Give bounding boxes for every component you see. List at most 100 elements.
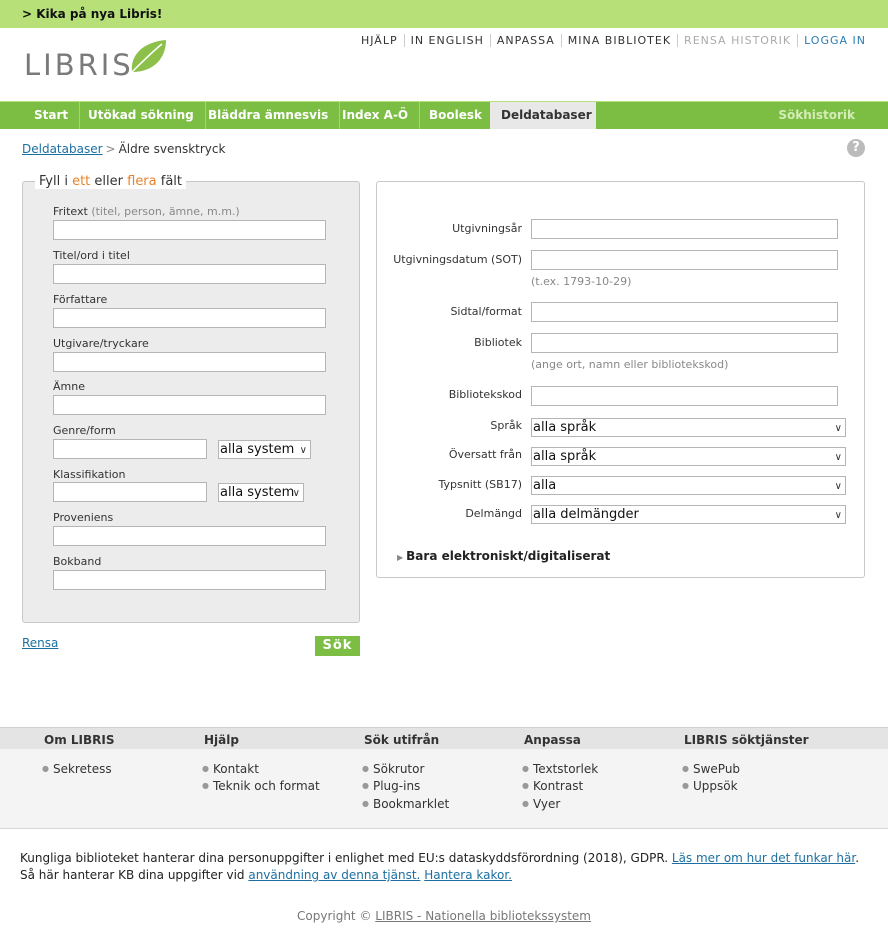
fritext-hint: (titel, person, ämne, m.m.) — [91, 205, 240, 218]
publisher-input[interactable] — [53, 352, 326, 372]
footer-link-plugins[interactable]: ● Plug-ins — [362, 779, 420, 793]
tab-index[interactable]: Index A-Ö — [331, 102, 421, 129]
customize-link[interactable]: ANPASSA — [489, 34, 561, 47]
genre-label: Genre/form — [53, 424, 116, 437]
fieldset-legend: Fyll i ett eller flera fält — [35, 174, 187, 189]
copyright-text: Copyright © — [297, 909, 372, 923]
translated-from-select-value: alla språk — [533, 449, 597, 464]
breadcrumb-current: Äldre svensktryck — [118, 142, 226, 156]
footer-link-swepub[interactable]: ● SwePub — [682, 762, 740, 776]
subset-label: Delmängd — [465, 507, 522, 520]
fritext-input[interactable] — [53, 220, 326, 240]
title-label: Titel/ord i titel — [53, 249, 130, 262]
typeface-label: Typsnitt (SB17) — [438, 478, 523, 491]
my-libraries-link[interactable]: MINA BIBLIOTEK — [560, 34, 677, 47]
author-input[interactable] — [53, 308, 326, 328]
breadcrumb-link[interactable]: Deldatabaser — [22, 142, 103, 156]
tab-subdatabases[interactable]: Deldatabaser — [490, 102, 596, 129]
bullet-icon: ● — [362, 764, 369, 773]
libris-logo[interactable]: LIBRIS — [24, 38, 174, 82]
legend-part: eller — [90, 174, 128, 189]
bullet-icon: ● — [362, 799, 369, 808]
english-link[interactable]: IN ENGLISH — [403, 34, 490, 47]
electronic-only-label: Bara elektroniskt/digitaliserat — [406, 549, 611, 563]
title-input[interactable] — [53, 264, 326, 284]
author-label: Författare — [53, 293, 108, 306]
service-usage-link[interactable]: användning av denna tjänst. — [248, 868, 420, 882]
library-code-label: Bibliotekskod — [448, 388, 522, 401]
top-banner[interactable]: > Kika på nya Libris! — [0, 0, 888, 28]
privacy-notice: Kungliga biblioteket hanterar dina perso… — [20, 851, 860, 882]
classification-input[interactable] — [53, 482, 207, 502]
privacy-text: Så här hanterar KB dina uppgifter vid — [20, 868, 245, 882]
bullet-icon: ● — [522, 781, 529, 790]
footer-link-bookmarklet[interactable]: ● Bookmarklet — [362, 797, 449, 811]
library-code-input[interactable] — [531, 386, 838, 406]
binding-input[interactable] — [53, 570, 326, 590]
search-history-link[interactable]: Sökhistorik — [778, 102, 855, 129]
library-hint: (ange ort, namn eller bibliotekskod) — [531, 358, 729, 371]
electronic-only-toggle[interactable]: ▶ Bara elektroniskt/digitaliserat — [397, 549, 610, 563]
bullet-icon: ● — [202, 764, 209, 773]
footer-link-contrast[interactable]: ● Kontrast — [522, 779, 583, 793]
footer-link-label: Kontrast — [532, 779, 584, 793]
footer-link-contact[interactable]: ● Kontakt — [202, 762, 259, 776]
legend-emphasis: ett — [72, 174, 91, 189]
footer-link-textsize[interactable]: ● Textstorlek — [522, 762, 598, 776]
footer-link-privacy[interactable]: ● Sekretess — [42, 762, 112, 776]
footer-link-label: Sökrutor — [372, 762, 425, 776]
date-label: Utgivningsdatum (SOT) — [393, 253, 522, 266]
footer-title-services: LIBRIS söktjänster — [684, 733, 809, 747]
chevron-down-icon: ∨ — [834, 423, 842, 434]
footer-link-label: Plug-ins — [372, 779, 421, 793]
tab-boolean[interactable]: Boolesk — [418, 102, 495, 129]
footer-link-tech[interactable]: ● Teknik och format — [202, 779, 320, 793]
footer-link-uppsok[interactable]: ● Uppsök — [682, 779, 738, 793]
clear-history-link[interactable]: RENSA HISTORIK — [677, 34, 797, 47]
genre-system-select[interactable]: alla system ∨ — [218, 440, 311, 459]
translated-from-select[interactable]: alla språk ∨ — [531, 447, 846, 466]
language-label: Språk — [490, 419, 522, 432]
manage-cookies-link[interactable]: Hantera kakor. — [424, 868, 512, 882]
language-select[interactable]: alla språk ∨ — [531, 418, 846, 437]
tab-extended-search[interactable]: Utökad sökning — [77, 102, 206, 129]
tab-browse-subjects[interactable]: Bläddra ämnesvis — [197, 102, 341, 129]
footer-link-label: SwePub — [692, 762, 741, 776]
footer-link-searchboxes[interactable]: ● Sökrutor — [362, 762, 424, 776]
privacy-read-more-link[interactable]: Läs mer om hur det funkar här — [672, 851, 855, 865]
pages-format-input[interactable] — [531, 302, 838, 322]
genre-select-value: alla system — [220, 442, 295, 457]
typeface-select[interactable]: alla ∨ — [531, 476, 846, 495]
classification-label: Klassifikation — [53, 468, 126, 481]
libris-home-link[interactable]: LIBRIS - Nationella bibliotekssystem — [375, 909, 591, 923]
provenance-input[interactable] — [53, 526, 326, 546]
search-button[interactable]: Sök — [315, 636, 360, 656]
subset-select[interactable]: alla delmängder ∨ — [531, 505, 846, 524]
date-input[interactable] — [531, 250, 838, 270]
clear-link[interactable]: Rensa — [22, 636, 58, 650]
subject-label: Ämne — [53, 380, 85, 393]
footer-link-label: Uppsök — [692, 779, 738, 793]
classification-system-select[interactable]: alla system ∨ — [218, 483, 304, 502]
advanced-fields-box: Utgivningsår Utgivningsdatum (SOT) (t.ex… — [376, 181, 865, 578]
breadcrumb: Deldatabaser > Äldre svensktryck — [22, 142, 225, 156]
help-icon[interactable]: ? — [847, 139, 865, 157]
search-fields-box: Fyll i ett eller flera fält Fritext (tit… — [22, 174, 360, 623]
disclosure-triangle-icon: ▶ — [397, 553, 404, 562]
provenance-label: Proveniens — [53, 511, 114, 524]
login-link[interactable]: LOGGA IN — [797, 34, 866, 47]
footer-link-views[interactable]: ● Vyer — [522, 797, 560, 811]
subject-input[interactable] — [53, 395, 326, 415]
banner-link[interactable]: > Kika på nya Libris! — [22, 7, 162, 21]
year-input[interactable] — [531, 219, 838, 239]
bullet-icon: ● — [522, 764, 529, 773]
genre-input[interactable] — [53, 439, 207, 459]
subset-select-value: alla delmängder — [533, 507, 639, 522]
library-input[interactable] — [531, 333, 838, 353]
typeface-select-value: alla — [533, 478, 557, 493]
chevron-down-icon: ∨ — [299, 445, 307, 456]
leaf-icon — [131, 40, 166, 73]
help-link[interactable]: HJÄLP — [355, 34, 404, 47]
footer-link-label: Kontakt — [212, 762, 259, 776]
tab-start[interactable]: Start — [23, 102, 81, 129]
